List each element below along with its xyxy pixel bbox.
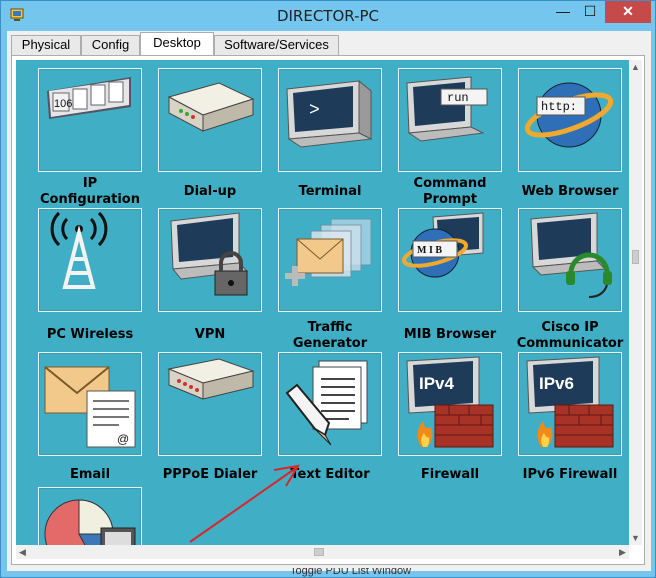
traffic-generator-icon: [278, 208, 382, 312]
tab-physical[interactable]: Physical: [11, 35, 81, 55]
app-label: VPN: [194, 327, 226, 342]
command-prompt-icon: run: [398, 68, 502, 172]
text-editor-icon: [278, 352, 382, 456]
mib-browser-icon: M I B: [398, 208, 502, 312]
maximize-button[interactable]: ☐: [577, 1, 603, 23]
terminal-icon: >: [278, 68, 382, 172]
vpn-lock-icon: [158, 208, 262, 312]
wireless-antenna-icon: [38, 208, 142, 312]
desktop-panel: 106 IP Configuration Dial-up > Terminal …: [11, 55, 645, 565]
app-label: Cisco IP Communicator: [516, 320, 624, 351]
app-label: PC Wireless: [46, 327, 134, 342]
app-label: IP Configuration: [40, 176, 140, 207]
pie-chart-icon: [38, 487, 142, 545]
modem-icon: [158, 68, 262, 172]
ip-config-icon-text: 106: [54, 98, 72, 110]
app-label: Web Browser: [521, 184, 619, 199]
app-label: Dial-up: [183, 184, 237, 199]
web-browser-icon-text: http:: [541, 100, 577, 114]
app-label: Terminal: [298, 184, 362, 199]
command-prompt-icon-text: run: [447, 91, 469, 105]
ipv6-firewall-icon: IPv6: [518, 352, 622, 456]
email-icon: @: [38, 352, 142, 456]
svg-text:@: @: [117, 432, 129, 446]
vertical-scrollbar[interactable]: ▲ ▼: [629, 60, 642, 545]
ip-communicator-icon: [518, 208, 622, 312]
scroll-left-icon[interactable]: ◀: [16, 545, 29, 559]
tab-software-services[interactable]: Software/Services: [214, 35, 339, 55]
app-label: Command Prompt: [413, 176, 487, 207]
pppoe-dialer-icon: [158, 352, 262, 456]
tab-bar: Physical Config Desktop Software/Service…: [7, 31, 651, 55]
terminal-icon-text: >: [309, 101, 320, 121]
minimize-button[interactable]: —: [549, 1, 577, 23]
app-label: IPv6 Firewall: [522, 467, 618, 482]
tab-config[interactable]: Config: [81, 35, 140, 55]
vertical-scroll-thumb[interactable]: [632, 250, 639, 264]
firewall-icon-text: IPv4: [419, 374, 455, 393]
scroll-down-icon[interactable]: ▼: [629, 531, 642, 545]
scroll-up-icon[interactable]: ▲: [629, 60, 642, 74]
title-bar[interactable]: DIRECTOR-PC — ☐ ✕: [1, 1, 655, 31]
app-label: Firewall: [420, 467, 480, 482]
desktop-apps-area: 106 IP Configuration Dial-up > Terminal …: [16, 60, 629, 545]
ip-config-icon: 106: [38, 68, 142, 172]
annotation-arrow: [189, 464, 300, 543]
close-button[interactable]: ✕: [605, 1, 651, 23]
background-window-text: Toggle PDU List Window: [290, 568, 412, 577]
horizontal-scrollbar[interactable]: ◀ ▶: [16, 545, 629, 559]
app-label: MIB Browser: [403, 327, 497, 342]
app-label: Traffic Generator: [292, 320, 368, 351]
director-pc-window: DIRECTOR-PC — ☐ ✕ Physical Config Deskto…: [0, 0, 656, 578]
ipv6-firewall-icon-text: IPv6: [539, 374, 574, 393]
window-client: Physical Config Desktop Software/Service…: [7, 31, 651, 571]
horizontal-scroll-thumb[interactable]: [314, 548, 324, 556]
firewall-icon: IPv4: [398, 352, 502, 456]
mib-browser-icon-text: M I B: [417, 245, 442, 256]
tab-desktop[interactable]: Desktop: [140, 32, 214, 55]
app-label: Email: [69, 467, 111, 482]
web-browser-icon: http:: [518, 68, 622, 172]
scroll-right-icon[interactable]: ▶: [616, 545, 629, 559]
